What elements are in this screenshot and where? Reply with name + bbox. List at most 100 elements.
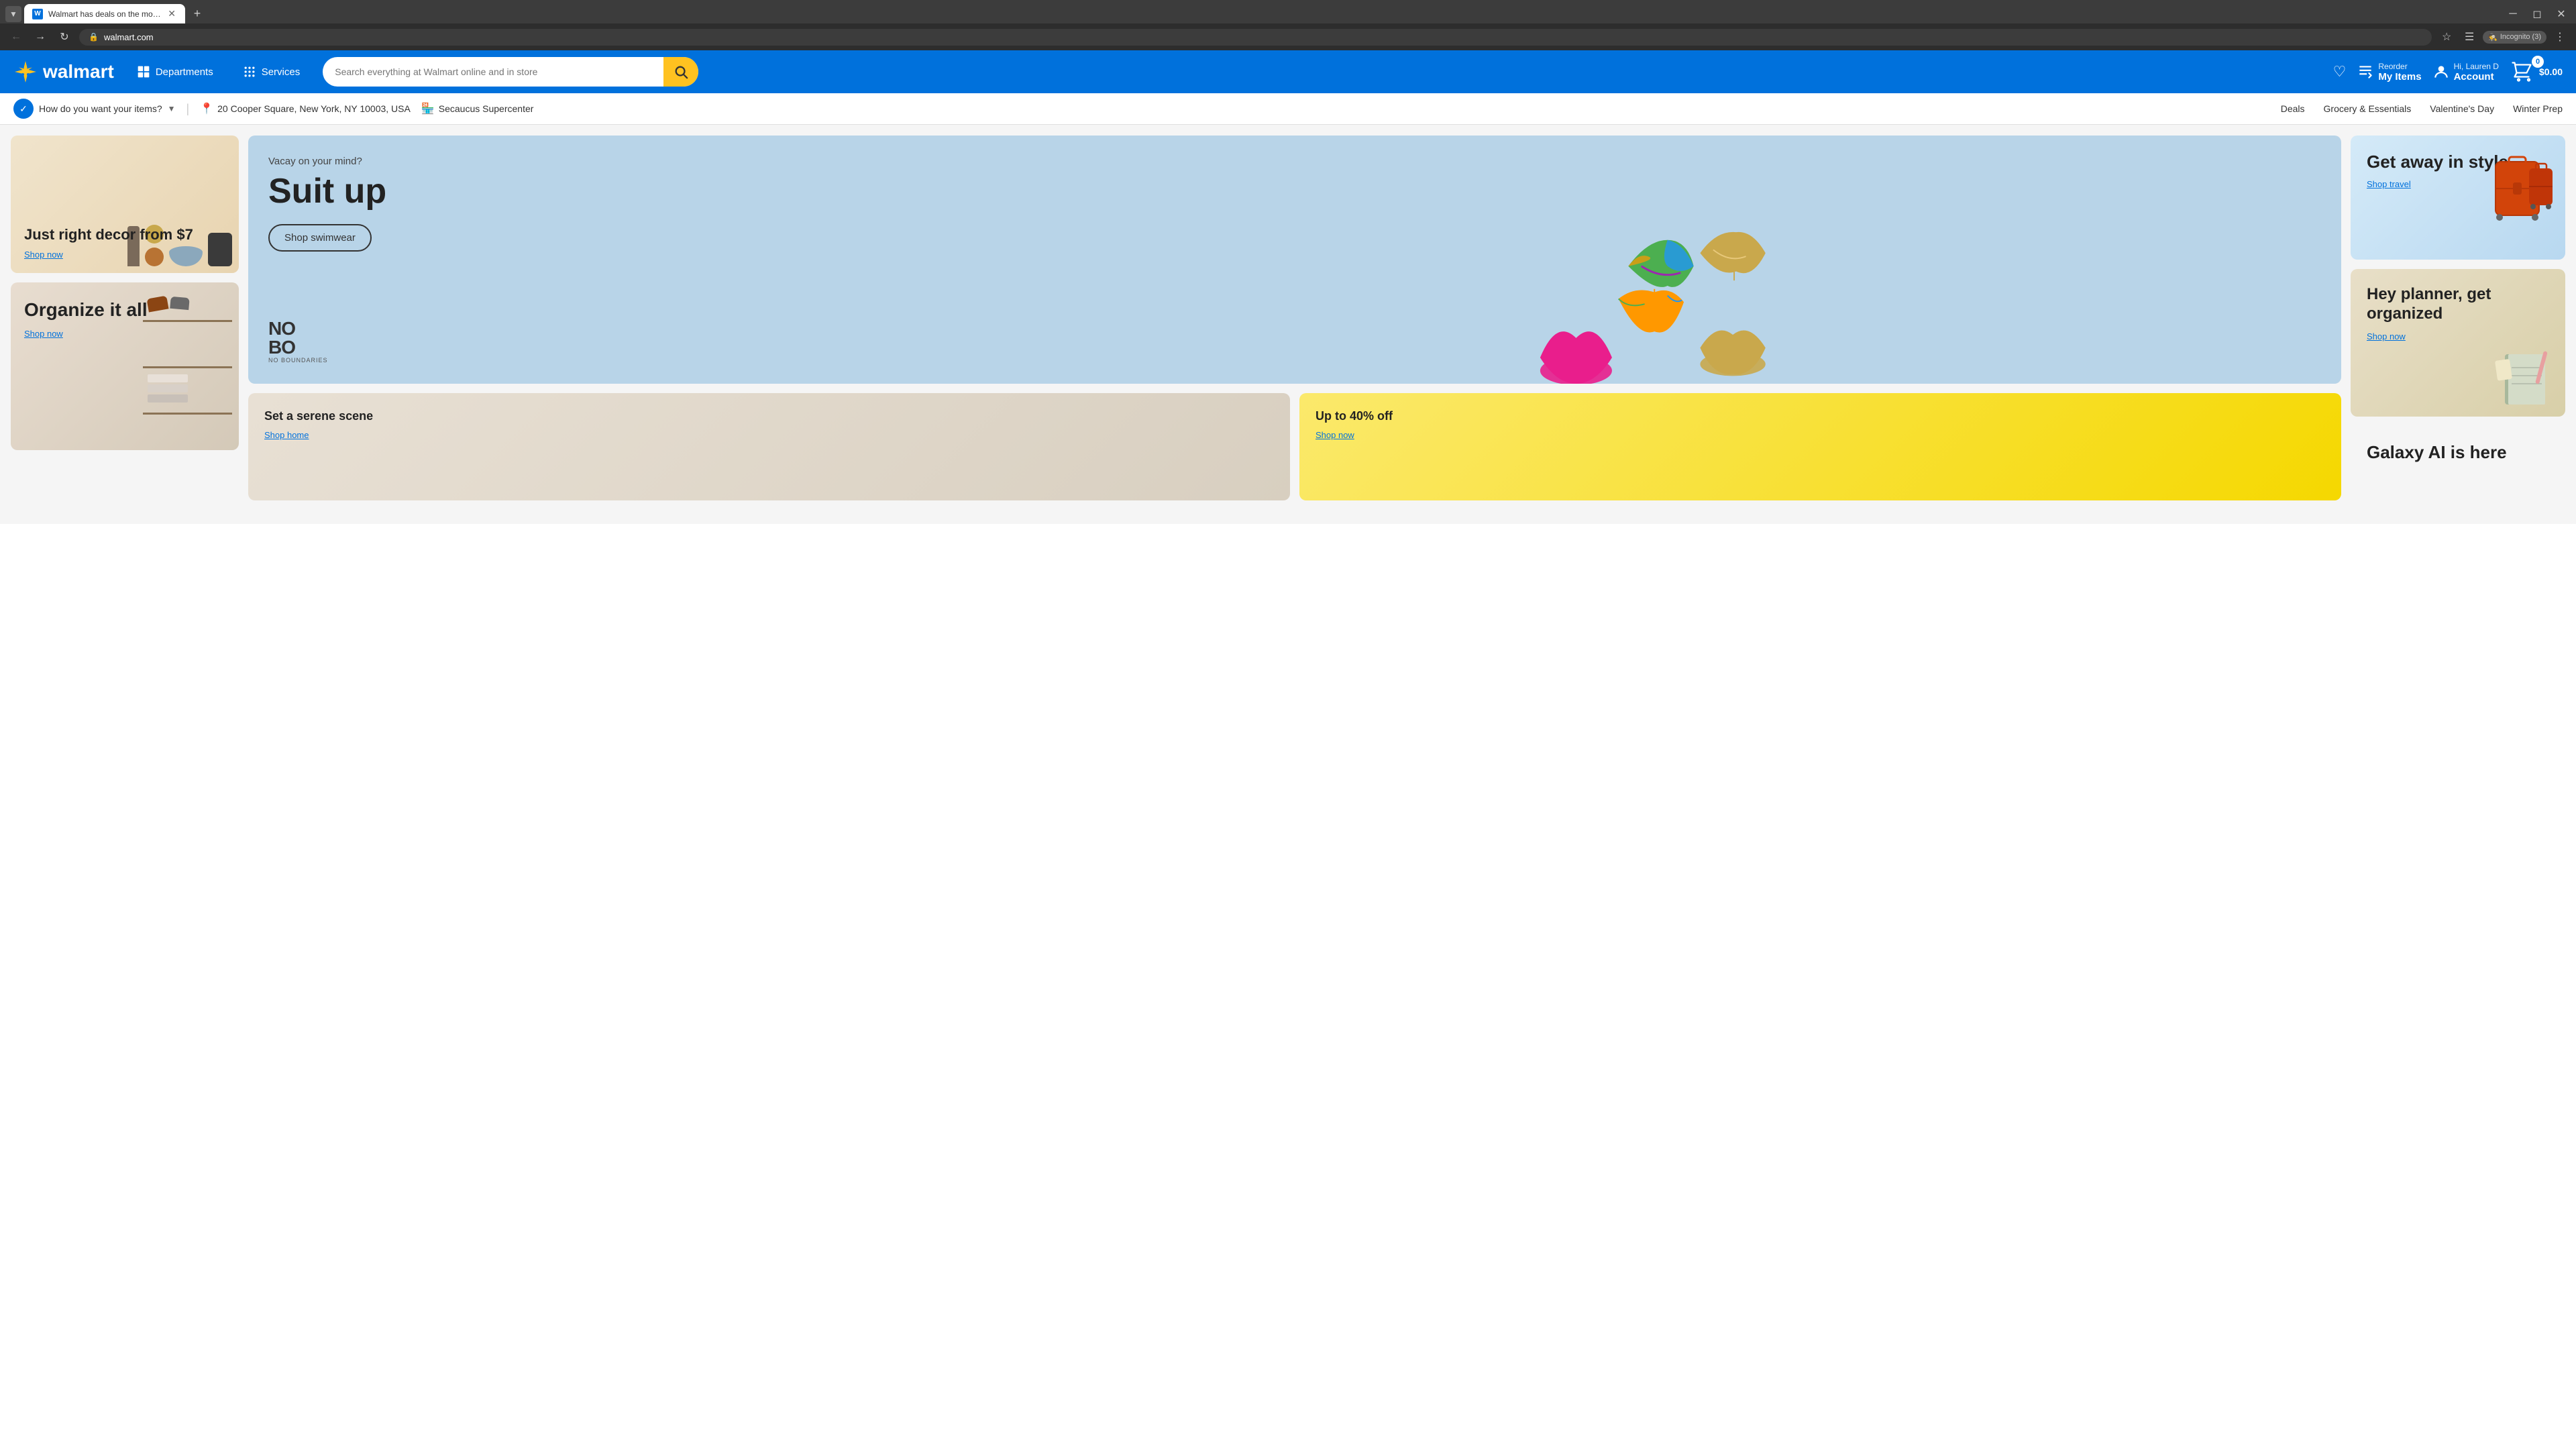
promo-card-organize[interactable]: Organize it all Shop now — [11, 282, 239, 450]
decor-card-title: Just right decor from $7 — [24, 226, 225, 244]
tab-switcher[interactable]: ▼ — [5, 6, 21, 22]
incognito-icon: 🕵 — [2488, 33, 2498, 42]
walmart-spark-icon — [13, 60, 38, 84]
nav-link-grocery[interactable]: Grocery & Essentials — [2324, 103, 2412, 114]
reorder-icon — [2357, 63, 2374, 80]
reorder-label: Reorder — [2378, 62, 2421, 71]
active-tab[interactable]: W Walmart has deals on the mos... ✕ — [24, 4, 185, 23]
browser-toolbar-actions: ☆ ☰ 🕵 Incognito (3) ⋮ — [2437, 28, 2569, 46]
planner-card-cta[interactable]: Shop now — [2367, 331, 2406, 341]
account-button[interactable]: Hi, Lauren D Account — [2432, 62, 2499, 83]
hero-subtitle: Vacay on your mind? — [268, 156, 386, 167]
right-column: Get away in style Shop travel — [2351, 136, 2565, 513]
store-button[interactable]: 🏪 Secaucus Supercenter — [421, 102, 534, 115]
favorites-button[interactable]: ♡ — [2333, 63, 2347, 80]
serene-card-title: Set a serene scene — [264, 409, 1274, 423]
new-tab-button[interactable]: + — [188, 5, 207, 23]
browser-chrome: ▼ W Walmart has deals on the mos... ✕ + … — [0, 0, 2576, 50]
account-label: Account — [2454, 71, 2499, 83]
cart-icon — [2510, 60, 2534, 84]
shelf-bar-2 — [143, 366, 232, 368]
delivery-circle-icon: ✓ — [13, 99, 34, 119]
serene-card-cta[interactable]: Shop home — [264, 430, 1274, 440]
nobo-sub-text: NO BOUNDARIES — [268, 357, 328, 364]
delivery-bar: ✓ How do you want your items? ▼ | 📍 20 C… — [0, 93, 2576, 125]
promo-card-decor[interactable]: Just right decor from $7 Shop now — [11, 136, 239, 273]
reorder-text: Reorder My Items — [2378, 62, 2421, 83]
luggage-illustration — [2489, 145, 2556, 235]
location-button[interactable]: 📍 20 Cooper Square, New York, NY 10003, … — [200, 102, 411, 115]
promo-card-sale[interactable]: Up to 40% off Shop now — [1299, 393, 2341, 500]
planner-card-title: Hey planner, get organized — [2367, 285, 2549, 324]
sale-card-cta[interactable]: Shop now — [1316, 430, 2325, 440]
cart-button[interactable]: 0 $0.00 — [2510, 60, 2563, 84]
nav-link-valentines[interactable]: Valentine's Day — [2430, 103, 2494, 114]
account-text: Hi, Lauren D Account — [2454, 62, 2499, 83]
departments-icon — [137, 65, 150, 78]
decor-card-cta[interactable]: Shop now — [24, 250, 63, 260]
main-content: Just right decor from $7 Shop now Organi… — [0, 125, 2576, 524]
delivery-chevron-icon: ▼ — [168, 104, 176, 113]
nav-links: Deals Grocery & Essentials Valentine's D… — [2281, 103, 2563, 114]
browser-toolbar: ← → ↻ 🔒 walmart.com ☆ ☰ 🕵 Incognito (3) … — [0, 23, 2576, 50]
folded-items — [148, 374, 188, 402]
departments-button[interactable]: Departments — [130, 61, 220, 83]
walmart-header: walmart Departments Services — [0, 50, 2576, 93]
incognito-badge[interactable]: 🕵 Incognito (3) — [2483, 31, 2546, 44]
walmart-logo-text: walmart — [43, 61, 114, 83]
sidebar-toggle-button[interactable]: ☰ — [2460, 28, 2479, 46]
security-icon: 🔒 — [89, 32, 99, 42]
search-button[interactable] — [663, 57, 698, 87]
browser-tabbar: ▼ W Walmart has deals on the mos... ✕ + … — [0, 0, 2576, 23]
departments-label: Departments — [156, 66, 213, 78]
decor-card-content: Just right decor from $7 Shop now — [24, 226, 225, 260]
services-icon — [243, 65, 256, 78]
location-pin-icon: 📍 — [200, 102, 213, 115]
organize-card-cta[interactable]: Shop now — [24, 329, 63, 339]
hero-banner[interactable]: Vacay on your mind? Suit up Shop swimwea… — [248, 136, 2341, 384]
organize-card-content: Organize it all Shop now — [24, 299, 225, 339]
back-button[interactable]: ← — [7, 28, 25, 46]
left-column: Just right decor from $7 Shop now Organi… — [11, 136, 239, 513]
account-greeting: Hi, Lauren D — [2454, 62, 2499, 71]
promo-card-galaxy[interactable]: Galaxy AI is here — [2351, 426, 2565, 513]
planner-illustration — [2491, 347, 2559, 410]
search-icon — [674, 64, 688, 79]
delivery-option-button[interactable]: ✓ How do you want your items? ▼ — [13, 99, 176, 119]
close-button[interactable]: ✕ — [2552, 5, 2571, 23]
services-button[interactable]: Services — [236, 61, 307, 83]
minimize-button[interactable]: ─ — [2504, 5, 2522, 23]
tab-close-button[interactable]: ✕ — [166, 8, 177, 19]
location-label: 20 Cooper Square, New York, NY 10003, US… — [217, 103, 411, 114]
organize-card-title: Organize it all — [24, 299, 225, 321]
cart-price: $0.00 — [2539, 66, 2563, 77]
promo-card-travel[interactable]: Get away in style Shop travel — [2351, 136, 2565, 260]
search-input[interactable] — [323, 60, 663, 84]
refresh-button[interactable]: ↻ — [55, 28, 74, 46]
hero-swimwear-scene — [981, 136, 2341, 384]
walmart-logo[interactable]: walmart — [13, 60, 114, 84]
promo-card-serene[interactable]: Set a serene scene Shop home — [248, 393, 1290, 500]
tab-title: Walmart has deals on the mos... — [48, 9, 161, 19]
forward-button[interactable]: → — [31, 28, 50, 46]
nav-link-winter[interactable]: Winter Prep — [2513, 103, 2563, 114]
browser-menu-button[interactable]: ⋮ — [2551, 28, 2569, 46]
store-icon: 🏪 — [421, 102, 435, 115]
maximize-button[interactable]: ◻ — [2528, 5, 2546, 23]
address-bar[interactable]: 🔒 walmart.com — [79, 29, 2432, 46]
my-items-label: My Items — [2378, 71, 2421, 83]
hero-content: Vacay on your mind? Suit up Shop swimwea… — [268, 156, 386, 252]
hero-cta-button[interactable]: Shop swimwear — [268, 224, 372, 252]
services-label: Services — [262, 66, 301, 78]
nav-link-deals[interactable]: Deals — [2281, 103, 2305, 114]
center-column: Vacay on your mind? Suit up Shop swimwea… — [248, 136, 2341, 513]
store-label: Secaucus Supercenter — [439, 103, 534, 114]
cart-badge: 0 — [2532, 56, 2544, 68]
incognito-label: Incognito (3) — [2500, 33, 2541, 41]
url-display: walmart.com — [104, 32, 154, 42]
galaxy-card-title: Galaxy AI is here — [2367, 442, 2549, 463]
bottom-promos: Set a serene scene Shop home Up to 40% o… — [248, 393, 2341, 500]
reorder-button[interactable]: Reorder My Items — [2357, 62, 2421, 83]
bookmark-button[interactable]: ☆ — [2437, 28, 2456, 46]
promo-card-planner[interactable]: Hey planner, get organized Shop now — [2351, 269, 2565, 417]
